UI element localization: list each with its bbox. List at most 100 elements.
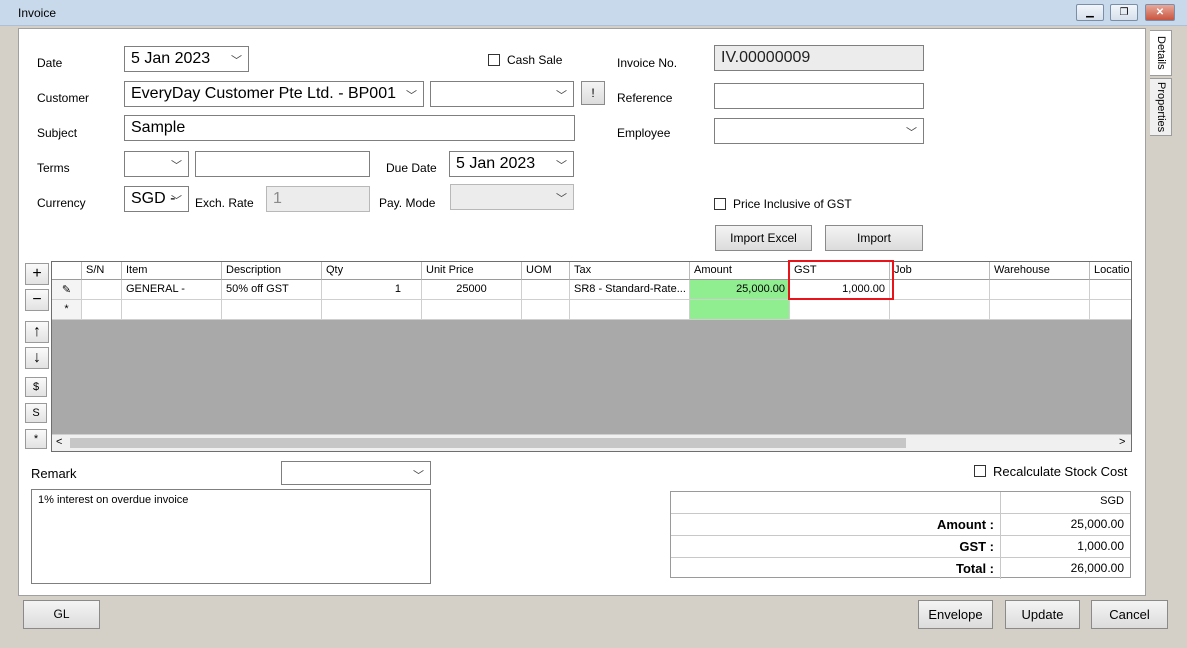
cell-unit-price[interactable]: 25000 bbox=[422, 280, 522, 300]
scroll-left-icon[interactable]: < bbox=[56, 436, 62, 448]
row-header-corner bbox=[52, 262, 82, 280]
customer-info-button[interactable]: ! bbox=[581, 81, 605, 105]
cell-description[interactable]: 50% off GST bbox=[222, 280, 322, 300]
cell-item[interactable]: GENERAL - bbox=[122, 280, 222, 300]
chevron-down-icon: ﹀ bbox=[406, 90, 417, 102]
date-value: 5 Jan 2023 bbox=[131, 50, 211, 67]
add-row-button[interactable]: + bbox=[25, 263, 49, 285]
reference-label: Reference bbox=[617, 91, 673, 105]
cell-tax[interactable]: SR8 - Standard-Rate... bbox=[570, 280, 690, 300]
price-inclusive-gst-checkbox[interactable] bbox=[714, 198, 726, 210]
totals-currency: SGD bbox=[1100, 495, 1124, 507]
scroll-right-icon[interactable]: > bbox=[1119, 436, 1125, 448]
minimize-button[interactable]: ▁ bbox=[1076, 4, 1104, 21]
date-picker[interactable]: 5 Jan 2023 ﹀ bbox=[124, 46, 249, 72]
col-qty[interactable]: Qty bbox=[322, 262, 422, 280]
cell-job[interactable] bbox=[890, 280, 990, 300]
remark-textarea[interactable]: 1% interest on overdue invoice bbox=[31, 489, 431, 584]
col-uom[interactable]: UOM bbox=[522, 262, 570, 280]
currency-select[interactable]: SGD - ﹀ bbox=[124, 186, 189, 212]
col-amount[interactable]: Amount bbox=[690, 262, 790, 280]
exch-rate-input[interactable]: 1 bbox=[266, 186, 370, 212]
move-down-button[interactable]: ↓ bbox=[25, 347, 49, 369]
chevron-down-icon: ﹀ bbox=[556, 193, 567, 205]
terms-input[interactable] bbox=[195, 151, 370, 177]
recalculate-stock-cost-label: Recalculate Stock Cost bbox=[993, 464, 1128, 479]
currency-value: SGD - bbox=[131, 190, 176, 207]
col-description[interactable]: Description bbox=[222, 262, 322, 280]
totals-table: SGD Amount : 25,000.00 GST : 1,000.00 To… bbox=[670, 491, 1131, 579]
employee-label: Employee bbox=[617, 126, 671, 140]
new-cell[interactable] bbox=[122, 300, 222, 320]
cell-qty[interactable]: 1 bbox=[322, 280, 422, 300]
due-date-label: Due Date bbox=[386, 161, 437, 175]
new-cell[interactable] bbox=[522, 300, 570, 320]
cell-location[interactable] bbox=[1090, 280, 1131, 300]
subject-input[interactable]: Sample bbox=[124, 115, 575, 141]
move-up-button[interactable]: ↑ bbox=[25, 321, 49, 343]
horizontal-scrollbar[interactable]: < > bbox=[52, 434, 1131, 451]
col-item[interactable]: Item bbox=[122, 262, 222, 280]
new-cell[interactable] bbox=[322, 300, 422, 320]
new-row-marker: * bbox=[52, 300, 82, 320]
pay-mode-select[interactable]: ﹀ bbox=[450, 184, 574, 210]
cell-amount[interactable]: 25,000.00 bbox=[690, 280, 790, 300]
new-cell[interactable] bbox=[990, 300, 1090, 320]
update-button[interactable]: Update bbox=[1005, 600, 1080, 629]
terms-select[interactable]: ﹀ bbox=[124, 151, 189, 177]
maximize-button[interactable]: ❐ bbox=[1110, 4, 1138, 21]
col-sn[interactable]: S/N bbox=[82, 262, 122, 280]
chevron-down-icon: ﹀ bbox=[171, 195, 182, 207]
invoice-no-label: Invoice No. bbox=[617, 56, 678, 70]
cell-sn[interactable] bbox=[82, 280, 122, 300]
totals-total-row: Total : 26,000.00 bbox=[671, 557, 1130, 579]
gst-highlight-box bbox=[788, 260, 894, 300]
col-job[interactable]: Job bbox=[890, 262, 990, 280]
window-title: Invoice bbox=[18, 6, 57, 20]
totals-header-row: SGD bbox=[671, 492, 1130, 514]
s-button[interactable]: S bbox=[25, 403, 47, 423]
remark-template-select[interactable]: ﹀ bbox=[281, 461, 431, 485]
col-location[interactable]: Locatio bbox=[1090, 262, 1131, 280]
dollar-button[interactable]: $ bbox=[25, 377, 47, 397]
remove-row-button[interactable]: − bbox=[25, 289, 49, 311]
new-cell[interactable] bbox=[890, 300, 990, 320]
new-cell[interactable] bbox=[570, 300, 690, 320]
bottom-bar bbox=[18, 598, 1170, 632]
recalculate-stock-cost-checkbox[interactable] bbox=[974, 465, 986, 477]
envelope-button[interactable]: Envelope bbox=[918, 600, 993, 629]
cell-warehouse[interactable] bbox=[990, 280, 1090, 300]
totals-header-blank bbox=[671, 492, 1001, 513]
tab-properties[interactable]: Properties bbox=[1150, 78, 1172, 136]
row-edit-marker: ✎ bbox=[52, 280, 82, 300]
employee-select[interactable]: ﹀ bbox=[714, 118, 924, 144]
due-date-picker[interactable]: 5 Jan 2023 ﹀ bbox=[449, 151, 574, 177]
chevron-down-icon: ﹀ bbox=[171, 160, 182, 172]
totals-amount-value: 25,000.00 bbox=[1070, 517, 1124, 531]
chevron-down-icon: ﹀ bbox=[906, 127, 917, 139]
col-tax[interactable]: Tax bbox=[570, 262, 690, 280]
gl-button[interactable]: GL bbox=[23, 600, 100, 629]
customer-select[interactable]: EveryDay Customer Pte Ltd. - BP001 ﹀ bbox=[124, 81, 424, 107]
new-cell[interactable] bbox=[82, 300, 122, 320]
col-warehouse[interactable]: Warehouse bbox=[990, 262, 1090, 280]
subject-label: Subject bbox=[37, 126, 78, 140]
new-cell[interactable] bbox=[790, 300, 890, 320]
cancel-button[interactable]: Cancel bbox=[1091, 600, 1168, 629]
import-button[interactable]: Import bbox=[825, 225, 923, 251]
new-cell[interactable] bbox=[690, 300, 790, 320]
import-excel-button[interactable]: Import Excel bbox=[715, 225, 812, 251]
cell-uom[interactable] bbox=[522, 280, 570, 300]
star-button[interactable]: * bbox=[25, 429, 47, 449]
new-cell[interactable] bbox=[222, 300, 322, 320]
customer-contact-select[interactable]: ﹀ bbox=[430, 81, 574, 107]
col-unit-price[interactable]: Unit Price bbox=[422, 262, 522, 280]
scroll-thumb[interactable] bbox=[70, 438, 906, 448]
reference-input[interactable] bbox=[714, 83, 924, 109]
close-button[interactable]: ✕ bbox=[1145, 4, 1175, 21]
new-cell[interactable] bbox=[1090, 300, 1131, 320]
invoice-no-field[interactable]: IV.00000009 bbox=[714, 45, 924, 71]
new-cell[interactable] bbox=[422, 300, 522, 320]
cash-sale-checkbox[interactable] bbox=[488, 54, 500, 66]
tab-details[interactable]: Details bbox=[1150, 30, 1172, 76]
